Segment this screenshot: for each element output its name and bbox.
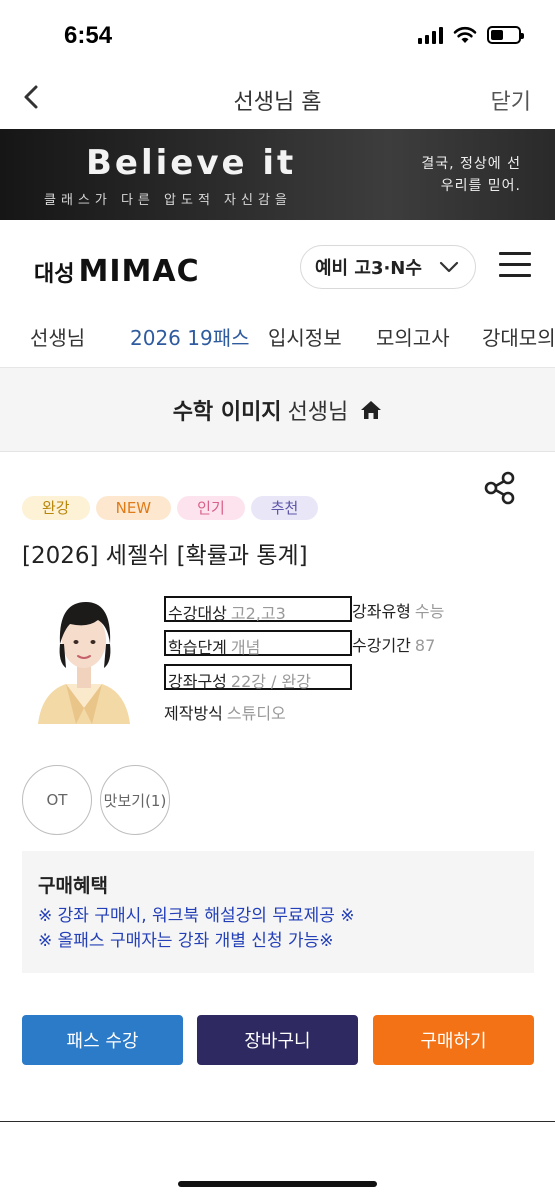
course-badges: 완강 NEW 인기 추천 bbox=[22, 496, 319, 520]
preview-button[interactable]: 맛보기(1) bbox=[100, 765, 170, 835]
banner-subtitle: 클래스가 다른 압도적 자신감을 bbox=[44, 193, 292, 208]
info-composition: 강좌구성 22강 / 완강 bbox=[164, 664, 352, 691]
cart-button[interactable]: 장바구니 bbox=[197, 1015, 358, 1065]
status-icons bbox=[418, 26, 524, 44]
logo-english: MIMAC bbox=[78, 254, 200, 289]
site-logo[interactable]: 대성 MIMAC bbox=[34, 254, 200, 289]
info-period-label: 수강기간 bbox=[352, 636, 411, 655]
close-button[interactable]: 닫기 bbox=[491, 84, 531, 116]
wifi-icon bbox=[453, 26, 477, 43]
teacher-header[interactable]: 수학 이미지 선생님 bbox=[0, 368, 555, 452]
info-composition-label: 강좌구성 bbox=[168, 672, 227, 691]
badge-recommended: 추천 bbox=[250, 496, 319, 520]
banner-title: Believe it bbox=[86, 143, 297, 183]
chevron-down-icon bbox=[439, 261, 459, 273]
purchase-benefits: 구매혜택 ※ 강좌 구매시, 워크북 해설강의 무료제공 ※ ※ 올패스 구매자… bbox=[22, 851, 534, 973]
info-production-value: 스튜디오 bbox=[226, 704, 286, 723]
battery-icon bbox=[487, 26, 524, 44]
info-type-value: 수능 bbox=[414, 602, 445, 621]
info-target-value: 고2,고3 bbox=[230, 604, 286, 623]
banner-slogan-line2: 우리를 믿어. bbox=[440, 178, 521, 194]
info-period: 수강기간 87 bbox=[352, 632, 435, 656]
tab-mock-exam[interactable]: 모의고사 bbox=[376, 322, 450, 351]
cellular-signal-icon bbox=[418, 26, 443, 44]
info-target: 수강대상 고2,고3 bbox=[164, 596, 352, 623]
info-period-value: 87 bbox=[414, 636, 436, 655]
ot-button[interactable]: OT bbox=[22, 765, 92, 835]
teacher-suffix: 선생님 bbox=[287, 399, 349, 425]
tab-teacher[interactable]: 선생님 bbox=[30, 322, 85, 351]
category-tabs: 선생님 2026 19패스 입시정보 모의고사 강대모의 bbox=[0, 312, 555, 368]
site-header: 대성 MIMAC 예비 고3·N수 bbox=[0, 220, 555, 312]
info-level-label: 학습단계 bbox=[168, 638, 227, 657]
home-indicator bbox=[178, 1181, 377, 1187]
buy-button[interactable]: 구매하기 bbox=[373, 1015, 534, 1065]
nav-header: 선생님 홈 닫기 bbox=[0, 70, 555, 128]
benefit-line-2: ※ 올패스 구매자는 강좌 개별 신청 가능※ bbox=[38, 931, 334, 951]
info-level-value: 개념 bbox=[230, 638, 261, 657]
badge-popular: 인기 bbox=[177, 496, 245, 520]
badge-complete: 완강 bbox=[22, 496, 90, 520]
home-icon[interactable] bbox=[360, 400, 382, 420]
info-target-label: 수강대상 bbox=[168, 604, 227, 623]
badge-new: NEW bbox=[95, 496, 172, 520]
status-bar: 6:54 bbox=[0, 0, 555, 70]
info-production-label: 제작방식 bbox=[164, 704, 223, 723]
hamburger-menu-icon[interactable] bbox=[499, 252, 531, 280]
info-type-label: 강좌유형 bbox=[352, 602, 411, 621]
benefit-line-1: ※ 강좌 구매시, 워크북 해설강의 무료제공 ※ bbox=[38, 906, 355, 926]
banner-slogan: 결국, 정상에 선 우리를 믿어. bbox=[381, 153, 521, 197]
share-button[interactable] bbox=[482, 470, 518, 506]
teacher-photo bbox=[36, 596, 132, 724]
grade-select[interactable]: 예비 고3·N수 bbox=[300, 245, 476, 289]
grade-select-value: 예비 고3·N수 bbox=[315, 258, 422, 279]
tab-19pass[interactable]: 2026 19패스 bbox=[130, 322, 250, 351]
teacher-name: 수학 이미지 bbox=[172, 399, 282, 425]
status-time: 6:54 bbox=[64, 22, 113, 49]
info-type: 강좌유형 수능 bbox=[352, 598, 444, 622]
logo-korean: 대성 bbox=[34, 261, 75, 287]
pass-enroll-button[interactable]: 패스 수강 bbox=[22, 1015, 183, 1065]
banner-slogan-line1: 결국, 정상에 선 bbox=[421, 156, 521, 172]
tab-kangdae-mock[interactable]: 강대모의 bbox=[482, 322, 555, 351]
info-production: 제작방식 스튜디오 bbox=[164, 700, 286, 724]
tab-admission-info[interactable]: 입시정보 bbox=[268, 322, 342, 351]
share-icon bbox=[484, 471, 515, 505]
info-composition-value: 22강 / 완강 bbox=[230, 672, 311, 691]
info-level: 학습단계 개념 bbox=[164, 630, 352, 657]
nav-title: 선생님 홈 bbox=[233, 90, 322, 115]
page: 6:54 선생님 홈 닫기 Believe it 클래스가 다른 압도적 자신감… bbox=[0, 0, 555, 1200]
promo-banner[interactable]: Believe it 클래스가 다른 압도적 자신감을 결국, 정상에 선 우리… bbox=[0, 129, 555, 220]
course-title: [2026] 세젤쉬 [확률과 통계] bbox=[22, 543, 308, 569]
benefits-title: 구매혜택 bbox=[38, 875, 108, 897]
bottom-divider bbox=[0, 1121, 555, 1122]
